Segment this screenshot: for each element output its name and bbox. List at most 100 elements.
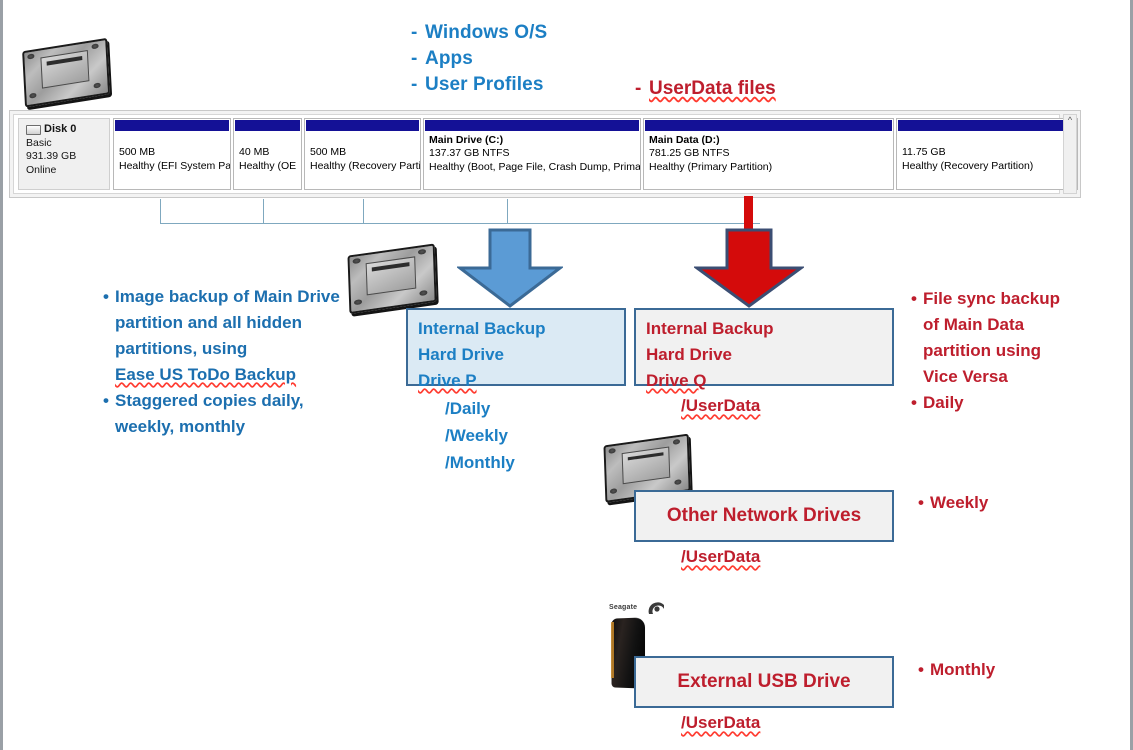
box-p-path-0: /Daily <box>445 395 515 422</box>
bullet-icon: • <box>911 390 923 416</box>
left-note-1-line-4: Ease US ToDo Backup <box>103 362 296 388</box>
box-q-line-3: Drive Q <box>646 368 706 394</box>
box-p-path-2: /Monthly <box>445 449 515 476</box>
disk-name-label: Disk 0 <box>44 123 76 137</box>
left-note-1-line-3: partitions, using <box>103 336 413 362</box>
disk-panel-inner: Disk 0 Basic 931.39 GB Online 500 MB Hea… <box>13 114 1060 194</box>
legend-dash: - <box>411 20 425 46</box>
left-note-2-line-1: Staggered copies daily, <box>115 388 413 414</box>
partition-bar <box>898 120 1076 131</box>
legend-dash: - <box>411 72 425 98</box>
box-q-line-2: Hard Drive <box>646 342 892 368</box>
right-note-1-line-2: of Main Data <box>911 312 1131 338</box>
left-note-1-line-2: partition and all hidden <box>103 310 413 336</box>
internal-backup-drive-p-box[interactable]: Internal Backup Hard Drive Drive P <box>406 308 626 386</box>
right-note-2-line-1: Daily <box>923 390 1131 416</box>
partition-size-label: 500 MB <box>114 131 230 159</box>
legend-blue-item-2: - User Profiles <box>411 72 547 98</box>
box-p-path-1: /Weekly <box>445 422 515 449</box>
disk-size-label: 931.39 GB <box>26 150 109 164</box>
partition-bar <box>115 120 229 131</box>
box-q-path: /UserData <box>681 396 760 416</box>
partition-status-label: Healthy (Primary Partition) <box>644 160 893 174</box>
bullet-icon: • <box>918 660 930 680</box>
disk-type-label: Basic <box>26 137 109 151</box>
legend-blue-label-1: Apps <box>425 48 473 69</box>
connector-line-efi <box>160 199 161 223</box>
partition-status-label: Healthy (Boot, Page File, Crash Dump, Pr… <box>424 160 640 174</box>
hdd-label <box>366 256 416 295</box>
blue-down-arrow <box>457 228 563 308</box>
box-q-line-1: Internal Backup <box>646 316 892 342</box>
red-arrow-stem <box>744 196 753 232</box>
partition-size-label: 40 MB <box>234 131 301 159</box>
partition-title-label: Main Drive (C:) <box>424 131 640 146</box>
other-network-drives-box[interactable]: Other Network Drives <box>634 490 894 542</box>
internal-backup-drive-q-box[interactable]: Internal Backup Hard Drive Drive Q <box>634 308 894 386</box>
right-note-1-line-4: Vice Versa <box>911 364 1131 390</box>
connector-line-maindrive <box>507 199 508 223</box>
connector-bracket-horizontal <box>160 223 760 224</box>
note-weekly: • Weekly <box>918 493 988 513</box>
box-p-line-2: Hard Drive <box>418 342 624 368</box>
box-network-label: Other Network Drives <box>667 505 861 527</box>
legend-dash: - <box>411 46 425 72</box>
bullet-icon: • <box>918 493 930 513</box>
partition-bar <box>306 120 419 131</box>
partition-bar <box>645 120 892 131</box>
bullet-icon: • <box>103 284 115 310</box>
legend-blue-label-0: Windows O/S <box>425 22 547 43</box>
partition-oem[interactable]: 40 MB Healthy (OE <box>233 118 302 190</box>
bullet-icon: • <box>103 388 115 414</box>
hard-drive-icon-top <box>22 38 106 103</box>
seagate-logo-icon <box>647 601 669 617</box>
scroll-up-icon[interactable]: ^ <box>1064 115 1076 125</box>
box-p-line-1: Internal Backup <box>418 316 624 342</box>
connector-line-recovery <box>363 199 364 223</box>
box-p-line-3: Drive P <box>418 368 477 394</box>
legend-blue-label-2: User Profiles <box>425 74 544 95</box>
legend-red-item: - UserData files <box>635 78 776 100</box>
seagate-brand-label: Seagate <box>609 604 637 611</box>
partition-bar <box>425 120 639 131</box>
box-network-path: /UserData <box>681 547 760 567</box>
partition-main-data-d[interactable]: Main Data (D:) 781.25 GB NTFS Healthy (P… <box>643 118 894 190</box>
box-p-paths: /Daily /Weekly /Monthly <box>445 395 515 476</box>
right-note-bullet-2: • Daily <box>911 390 1131 416</box>
partition-title-label: Main Data (D:) <box>644 131 893 146</box>
partition-size-label: 500 MB <box>305 131 420 159</box>
bullet-icon: • <box>911 286 923 312</box>
left-note-bullet-2: • Staggered copies daily, <box>103 388 413 414</box>
partition-main-drive-c[interactable]: Main Drive (C:) 137.37 GB NTFS Healthy (… <box>423 118 641 190</box>
connector-line-oem <box>263 199 264 223</box>
legend-red-label: UserData files <box>649 78 776 99</box>
partition-status-label: Healthy (OE <box>234 159 301 173</box>
vertical-scrollbar[interactable]: ^ <box>1063 114 1077 194</box>
red-down-arrow <box>694 228 804 308</box>
box-usb-path: /UserData <box>681 713 760 733</box>
usb-enclosure-edge-highlight <box>611 622 614 678</box>
partition-recovery-2[interactable]: 11.75 GB Healthy (Recovery Partition) <box>896 118 1078 190</box>
box-usb-label: External USB Drive <box>677 671 850 693</box>
partition-efi[interactable]: 500 MB Healthy (EFI System Par <box>113 118 231 190</box>
hard-drive-icon-internal-p <box>347 244 432 310</box>
partition-bar <box>235 120 300 131</box>
partition-size-label: 137.37 GB NTFS <box>424 146 640 160</box>
right-note-bullet-1: • File sync backup <box>911 286 1131 312</box>
right-notes-list: • File sync backup of Main Data partitio… <box>911 286 1131 416</box>
legend-blue-list: - Windows O/S - Apps - User Profiles <box>411 20 547 98</box>
legend-blue-item-1: - Apps <box>411 46 547 72</box>
external-usb-drive-box[interactable]: External USB Drive <box>634 656 894 708</box>
note-monthly: • Monthly <box>918 660 995 680</box>
partition-recovery-1[interactable]: 500 MB Healthy (Recovery Parti <box>304 118 421 190</box>
partition-status-label: Healthy (Recovery Partition) <box>897 159 1077 173</box>
note-monthly-label: Monthly <box>930 660 995 680</box>
disk-info-block: Disk 0 Basic 931.39 GB Online <box>18 118 110 190</box>
partition-size-label: 781.25 GB NTFS <box>644 146 893 160</box>
note-weekly-label: Weekly <box>930 493 988 513</box>
legend-blue-item-0: - Windows O/S <box>411 20 547 46</box>
right-note-1-line-1: File sync backup <box>923 286 1131 312</box>
legend-dash: - <box>635 78 649 100</box>
disk-icon <box>26 125 41 135</box>
partition-status-label: Healthy (EFI System Par <box>114 159 230 173</box>
